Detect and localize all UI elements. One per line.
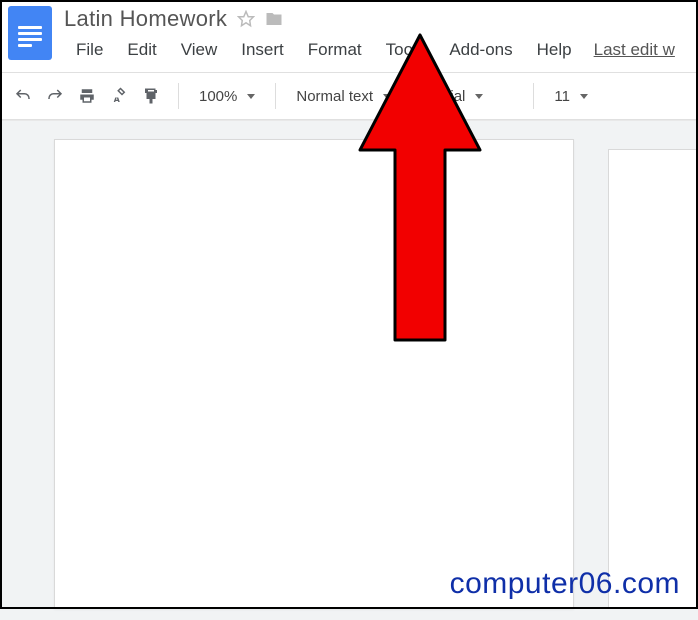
caret-down-icon — [247, 94, 255, 99]
toolbar: 100% Normal text Arial 11 — [0, 72, 698, 120]
watermark-text: computer06.com — [450, 567, 680, 601]
caret-down-icon — [580, 94, 588, 99]
star-icon[interactable] — [237, 10, 255, 28]
folder-icon[interactable] — [265, 10, 283, 28]
menu-help[interactable]: Help — [525, 36, 584, 64]
menu-format[interactable]: Format — [296, 36, 374, 64]
docs-logo-lines — [18, 26, 42, 50]
redo-button[interactable] — [42, 82, 68, 110]
menubar: File Edit View Insert Format Tools Add-o… — [64, 36, 690, 64]
paragraph-style-dropdown[interactable]: Normal text — [290, 82, 400, 110]
document-page-next[interactable] — [608, 149, 698, 609]
zoom-value: 100% — [199, 88, 237, 105]
menu-insert[interactable]: Insert — [229, 36, 296, 64]
paint-format-button[interactable] — [138, 82, 164, 110]
menu-edit[interactable]: Edit — [115, 36, 168, 64]
document-canvas[interactable] — [0, 120, 698, 620]
print-button[interactable] — [74, 82, 100, 110]
undo-button[interactable] — [10, 82, 36, 110]
zoom-dropdown[interactable]: 100% — [193, 82, 261, 110]
last-edit-link[interactable]: Last edit w — [584, 36, 685, 64]
menu-addons[interactable]: Add-ons — [437, 36, 524, 64]
toolbar-separator — [275, 83, 276, 109]
toolbar-separator — [178, 83, 179, 109]
document-title[interactable]: Latin Homework — [64, 6, 227, 32]
document-page[interactable] — [54, 139, 574, 609]
menu-view[interactable]: View — [169, 36, 230, 64]
toolbar-separator — [414, 83, 415, 109]
toolbar-separator — [533, 83, 534, 109]
spellcheck-button[interactable] — [106, 82, 132, 110]
menu-tools[interactable]: Tools — [374, 36, 438, 64]
menu-file[interactable]: File — [64, 36, 115, 64]
caret-down-icon — [475, 94, 483, 99]
font-dropdown[interactable]: Arial — [429, 82, 519, 110]
caret-down-icon — [383, 94, 391, 99]
paragraph-style-value: Normal text — [296, 88, 373, 105]
font-size-value: 11 — [554, 88, 570, 105]
docs-logo[interactable] — [8, 6, 52, 60]
font-size-dropdown[interactable]: 11 — [548, 82, 594, 110]
font-value: Arial — [435, 88, 465, 105]
